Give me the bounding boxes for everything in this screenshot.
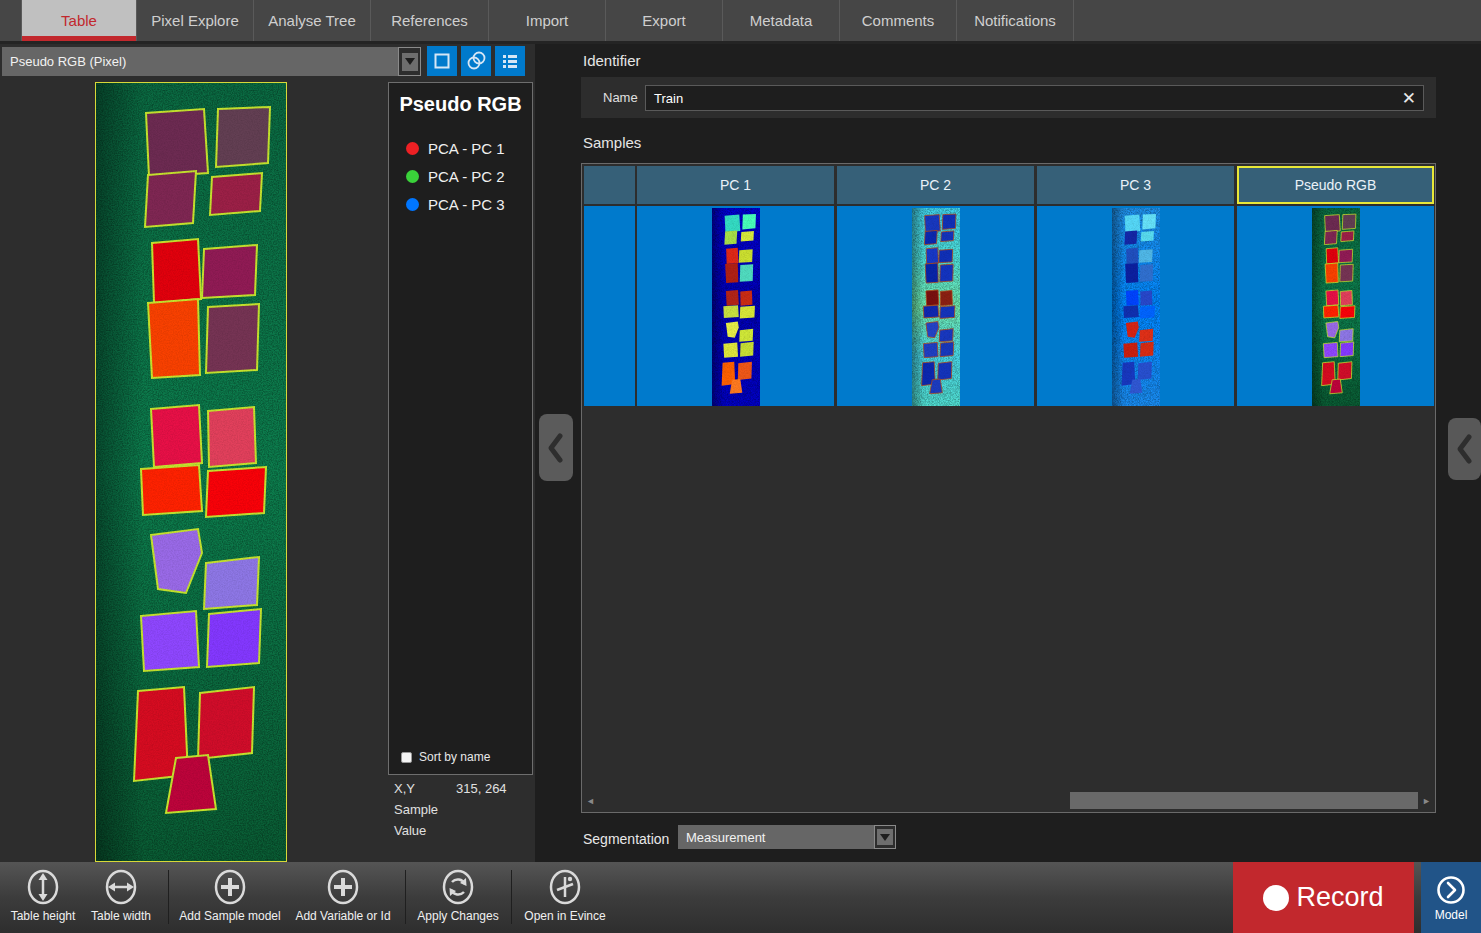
tab-pixel-explore[interactable]: Pixel Explore bbox=[137, 0, 254, 41]
splitter-strip bbox=[535, 44, 578, 862]
tab-bar: Table Pixel Explore Analyse Tree Referen… bbox=[0, 0, 1481, 44]
samples-header-pc1[interactable]: PC 1 bbox=[637, 166, 834, 204]
name-input[interactable]: Train ✕ bbox=[645, 85, 1424, 111]
samples-header-pc2[interactable]: PC 2 bbox=[837, 166, 1034, 204]
samples-cell-pc2[interactable] bbox=[837, 206, 1034, 406]
clear-name-icon[interactable]: ✕ bbox=[1402, 88, 1416, 109]
layer-dropdown-value: Pseudo RGB (Pixel) bbox=[2, 47, 398, 76]
table-width-icon bbox=[102, 868, 140, 906]
sort-by-name-checkbox[interactable] bbox=[401, 752, 412, 763]
tab-analyse-tree[interactable]: Analyse Tree bbox=[254, 0, 371, 41]
segmentation-label: Segmentation bbox=[583, 831, 669, 847]
model-button[interactable]: Model bbox=[1421, 862, 1481, 933]
lasso-tool-icon bbox=[464, 49, 488, 73]
status-xy-value: 315, 264 bbox=[456, 781, 507, 796]
samples-hscrollbar[interactable]: ◄ ► bbox=[583, 790, 1434, 812]
tab-import[interactable]: Import bbox=[489, 0, 606, 41]
tab-metadata[interactable]: Metadata bbox=[723, 0, 840, 41]
segmentation-arrow-icon bbox=[877, 829, 893, 845]
identifier-name-panel: Name Train ✕ bbox=[581, 77, 1436, 118]
status-xy-label: X,Y bbox=[394, 781, 415, 796]
collapse-left-handle[interactable] bbox=[539, 414, 573, 481]
bottom-toolbar: Table height Table width Add Sample mode… bbox=[0, 862, 1481, 933]
dropdown-arrow-icon bbox=[402, 53, 418, 71]
open-in-evince-icon bbox=[546, 868, 584, 906]
viewer-panel: Pseudo RGB (Pixel) Pseudo RGB bbox=[0, 44, 535, 862]
samples-cell-pseudo-rgb[interactable] bbox=[1237, 206, 1434, 406]
apply-changes-button[interactable]: Apply Changes bbox=[415, 868, 501, 923]
legend-item-pc1[interactable]: PCA - PC 1 bbox=[406, 140, 505, 157]
pc3-dot-icon bbox=[406, 198, 419, 211]
detail-panel: Identifier Name Train ✕ Samples PC 1 PC … bbox=[578, 44, 1481, 862]
pc1-thumbnail bbox=[712, 208, 760, 406]
select-rectangle-button[interactable] bbox=[427, 46, 457, 76]
table-height-button[interactable]: Table height bbox=[8, 868, 78, 923]
add-variable-icon bbox=[324, 868, 362, 906]
segmentation-dropdown[interactable]: Measurement bbox=[678, 825, 896, 849]
record-button[interactable]: Record bbox=[1233, 862, 1414, 933]
toolbar-separator bbox=[168, 870, 169, 924]
collapse-left-icon bbox=[544, 430, 568, 466]
collapse-right-icon bbox=[1453, 431, 1477, 467]
legend-title: Pseudo RGB bbox=[389, 93, 532, 116]
layer-dropdown[interactable]: Pseudo RGB (Pixel) bbox=[2, 47, 421, 76]
status-value-label: Value bbox=[394, 823, 426, 838]
lasso-tool-button[interactable] bbox=[461, 46, 491, 76]
scrollbar-thumb[interactable] bbox=[1070, 792, 1418, 809]
status-sample-label: Sample bbox=[394, 802, 438, 817]
pc2-thumbnail bbox=[912, 208, 960, 406]
sort-by-name-label: Sort by name bbox=[419, 750, 490, 764]
scroll-right-icon[interactable]: ► bbox=[1422, 796, 1431, 806]
identifier-title: Identifier bbox=[583, 52, 641, 69]
sort-by-name-row[interactable]: Sort by name bbox=[401, 750, 490, 764]
tab-table[interactable]: Table bbox=[21, 0, 137, 41]
legend-panel: Pseudo RGB PCA - PC 1 PCA - PC 2 PCA - P… bbox=[388, 82, 533, 775]
samples-cell-pc3[interactable] bbox=[1037, 206, 1234, 406]
add-variable-button[interactable]: Add Variable or Id bbox=[292, 868, 394, 923]
tab-comments[interactable]: Comments bbox=[840, 0, 957, 41]
scroll-left-icon[interactable]: ◄ bbox=[586, 796, 595, 806]
samples-header-pc3[interactable]: PC 3 bbox=[1037, 166, 1234, 204]
legend-item-pc2[interactable]: PCA - PC 2 bbox=[406, 168, 505, 185]
samples-title: Samples bbox=[583, 134, 641, 151]
tab-notifications[interactable]: Notifications bbox=[957, 0, 1074, 41]
add-sample-model-icon bbox=[211, 868, 249, 906]
samples-corner-header bbox=[584, 166, 635, 204]
list-view-button[interactable] bbox=[495, 46, 525, 76]
pc2-dot-icon bbox=[406, 170, 419, 183]
apply-changes-icon bbox=[439, 868, 477, 906]
segmentation-value: Measurement bbox=[678, 825, 874, 849]
square-tool-icon bbox=[431, 50, 453, 72]
model-icon bbox=[1435, 874, 1467, 906]
collapse-right-handle[interactable] bbox=[1448, 418, 1481, 480]
segmentation-dropdown-button[interactable] bbox=[874, 825, 896, 849]
table-height-icon bbox=[24, 868, 62, 906]
pc3-thumbnail bbox=[1112, 208, 1160, 406]
pseudo-rgb-thumbnail bbox=[1312, 208, 1360, 406]
layer-dropdown-button[interactable] bbox=[398, 47, 421, 76]
samples-header-pseudo-rgb[interactable]: Pseudo RGB bbox=[1237, 166, 1434, 204]
record-dot-icon bbox=[1263, 885, 1289, 911]
pc1-dot-icon bbox=[406, 142, 419, 155]
open-in-evince-button[interactable]: Open in Evince bbox=[521, 868, 609, 923]
table-width-button[interactable]: Table width bbox=[86, 868, 156, 923]
samples-table: PC 1 PC 2 PC 3 Pseudo RGB bbox=[581, 163, 1436, 813]
toolbar-separator bbox=[511, 870, 512, 924]
tab-references[interactable]: References bbox=[371, 0, 489, 41]
legend-item-pc3[interactable]: PCA - PC 3 bbox=[406, 196, 505, 213]
samples-row-header-cell[interactable] bbox=[584, 206, 635, 406]
name-label: Name bbox=[603, 77, 638, 118]
samples-cell-pc1[interactable] bbox=[637, 206, 834, 406]
list-view-icon bbox=[498, 49, 522, 73]
add-sample-model-button[interactable]: Add Sample model bbox=[178, 868, 282, 923]
tab-export[interactable]: Export bbox=[606, 0, 723, 41]
toolbar-separator bbox=[405, 870, 406, 924]
sample-image-main[interactable] bbox=[95, 82, 287, 862]
